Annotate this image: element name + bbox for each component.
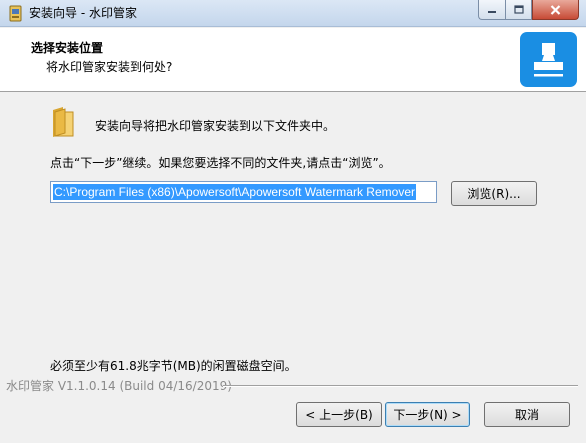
header-panel: 选择安装位置 将水印管家安装到何处? bbox=[0, 28, 586, 92]
footer-divider bbox=[223, 385, 578, 387]
browse-button[interactable]: 浏览(R)... bbox=[451, 181, 537, 206]
disk-space-text: 必须至少有61.8兆字节(MB)的闲置磁盘空间。 bbox=[50, 359, 297, 373]
maximize-button[interactable] bbox=[505, 0, 532, 20]
stamp-icon bbox=[520, 32, 577, 87]
intro-text: 安装向导将把水印管家安装到以下文件夹中。 bbox=[95, 119, 336, 133]
hint-text: 点击“下一步”继续。如果您要选择不同的文件夹,请点击“浏览”。 bbox=[50, 156, 391, 170]
window-controls bbox=[478, 0, 579, 20]
folder-icon bbox=[51, 106, 77, 138]
install-path-input[interactable] bbox=[50, 181, 437, 203]
close-icon bbox=[550, 4, 561, 15]
page-title: 选择安装位置 bbox=[31, 41, 104, 55]
installer-window: 安装向导 - 水印管家 选择安装位置 将水印管家安装到何处? 安装向导将把水印管… bbox=[0, 0, 586, 443]
title-bar[interactable]: 安装向导 - 水印管家 bbox=[0, 0, 586, 27]
close-button[interactable] bbox=[532, 0, 579, 20]
window-title: 安装向导 - 水印管家 bbox=[29, 6, 137, 20]
installer-icon bbox=[7, 5, 24, 22]
back-button[interactable]: < 上一步(B) bbox=[296, 402, 382, 427]
page-subtitle: 将水印管家安装到何处? bbox=[46, 60, 173, 74]
minimize-icon bbox=[488, 10, 496, 13]
cancel-button[interactable]: 取消 bbox=[484, 402, 570, 427]
branding-text: 水印管家 V1.1.0.14 (Build 04/16/2019) bbox=[6, 379, 232, 393]
maximize-icon bbox=[513, 5, 524, 14]
next-button[interactable]: 下一步(N) > bbox=[385, 402, 470, 427]
minimize-button[interactable] bbox=[478, 0, 505, 20]
